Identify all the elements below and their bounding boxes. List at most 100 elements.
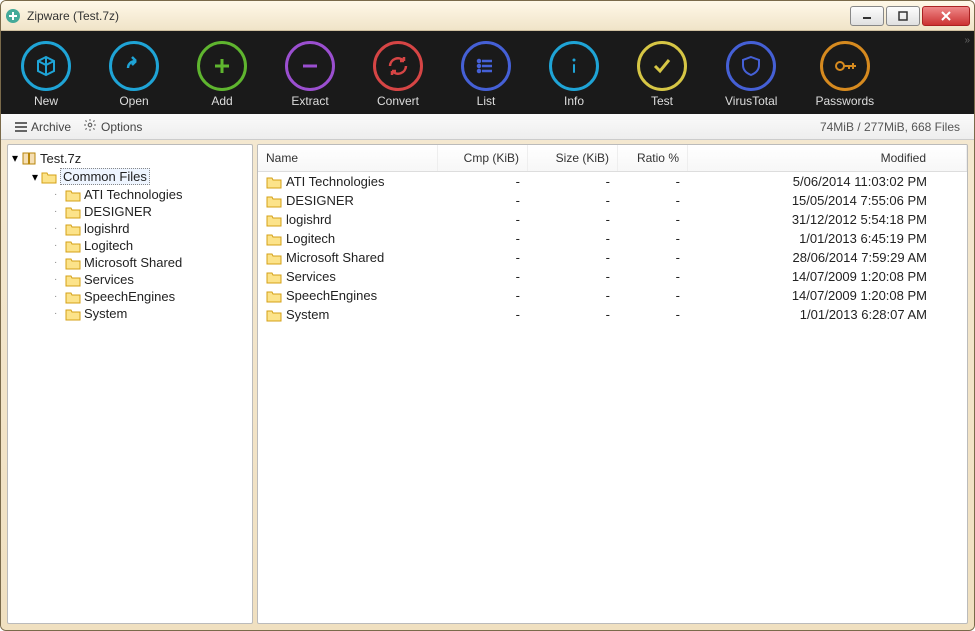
tree-node[interactable]: ·SpeechEngines xyxy=(52,288,250,305)
maximize-button[interactable] xyxy=(886,6,920,26)
info-icon xyxy=(549,41,599,91)
passwords-button[interactable]: Passwords xyxy=(815,41,874,108)
row-cmp: - xyxy=(438,268,528,285)
archive-icon xyxy=(21,150,37,166)
tree-label: Services xyxy=(84,272,134,287)
list-header: Name Cmp (KiB) Size (KiB) Ratio % Modifi… xyxy=(258,145,967,172)
row-ratio: - xyxy=(618,211,688,228)
add-button[interactable]: Add xyxy=(197,41,247,108)
close-button[interactable] xyxy=(922,6,970,26)
folder-icon xyxy=(65,205,81,219)
row-name: Logitech xyxy=(286,231,335,246)
list-button[interactable]: List xyxy=(461,41,511,108)
col-header-size[interactable]: Size (KiB) xyxy=(528,145,618,171)
status-text: 74MiB / 277MiB, 668 Files xyxy=(820,120,966,134)
row-size: - xyxy=(528,173,618,190)
tree-bullet: · xyxy=(54,223,62,234)
folder-icon xyxy=(65,239,81,253)
tree-node[interactable]: ·ATI Technologies xyxy=(52,186,250,203)
tree-bullet: · xyxy=(54,291,62,302)
convert-button[interactable]: Convert xyxy=(373,41,423,108)
row-modified: 5/06/2014 11:03:02 PM xyxy=(688,173,967,190)
tree-node[interactable]: · Logitech xyxy=(52,237,250,254)
col-header-modified[interactable]: Modified xyxy=(688,145,967,171)
tree-bullet: · xyxy=(54,274,62,285)
tree-label: System xyxy=(84,306,127,321)
tree-node[interactable]: ·Microsoft Shared xyxy=(52,254,250,271)
collapse-icon[interactable]: ▾ xyxy=(12,151,18,165)
tree-node[interactable]: · DESIGNER xyxy=(52,203,250,220)
window-title: Zipware (Test.7z) xyxy=(27,9,119,23)
tree-node[interactable]: · Services xyxy=(52,271,250,288)
tree-node-selected[interactable]: ▾ Common Files xyxy=(30,167,250,186)
window-controls xyxy=(850,6,970,26)
list-icon xyxy=(461,41,511,91)
list-row[interactable]: Logitech---1/01/2013 6:45:19 PM xyxy=(258,229,967,248)
folder-icon xyxy=(65,307,81,321)
virustotal-button[interactable]: VirusTotal xyxy=(725,41,777,108)
row-ratio: - xyxy=(618,230,688,247)
row-name: ATI Technologies xyxy=(286,174,385,189)
row-ratio: - xyxy=(618,306,688,323)
row-cmp: - xyxy=(438,287,528,304)
tree-bullet: · xyxy=(54,240,62,251)
info-button[interactable]: Info xyxy=(549,41,599,108)
minimize-button[interactable] xyxy=(850,6,884,26)
test-button[interactable]: Test xyxy=(637,41,687,108)
tree-label: DESIGNER xyxy=(84,204,152,219)
archive-menu[interactable]: Archive xyxy=(9,118,77,136)
tree-node[interactable]: · logishrd xyxy=(52,220,250,237)
app-window: Zipware (Test.7z) » New Open Add Extract… xyxy=(0,0,975,631)
folder-icon xyxy=(266,213,282,227)
toolbar-expand-icon[interactable]: » xyxy=(964,35,968,46)
list-row[interactable]: SpeechEngines---14/07/2009 1:20:08 PM xyxy=(258,286,967,305)
row-size: - xyxy=(528,230,618,247)
folder-icon xyxy=(266,289,282,303)
minus-icon xyxy=(285,41,335,91)
tree-root[interactable]: ▾ Test.7z xyxy=(10,149,250,167)
row-modified: 14/07/2009 1:20:08 PM xyxy=(688,268,967,285)
col-header-name[interactable]: Name xyxy=(258,145,438,171)
row-cmp: - xyxy=(438,211,528,228)
row-size: - xyxy=(528,268,618,285)
options-menu[interactable]: Options xyxy=(77,116,148,137)
row-modified: 14/07/2009 1:20:08 PM xyxy=(688,287,967,304)
new-button[interactable]: New xyxy=(21,41,71,108)
tree-label: Logitech xyxy=(84,238,133,253)
app-icon xyxy=(5,8,21,24)
tree-bullet: · xyxy=(54,206,62,217)
folder-icon xyxy=(266,270,282,284)
row-cmp: - xyxy=(438,192,528,209)
share-arrow-icon xyxy=(109,41,159,91)
menubar: Archive Options 74MiB / 277MiB, 668 File… xyxy=(1,114,974,140)
list-panel: Name Cmp (KiB) Size (KiB) Ratio % Modifi… xyxy=(257,144,968,624)
row-modified: 15/05/2014 7:55:06 PM xyxy=(688,192,967,209)
tree-panel[interactable]: ▾ Test.7z ▾ Common Files ·ATI Technologi… xyxy=(7,144,253,624)
main-toolbar: » New Open Add Extract Convert List Info xyxy=(1,31,974,114)
open-button[interactable]: Open xyxy=(109,41,159,108)
collapse-icon[interactable]: ▾ xyxy=(32,170,38,184)
tree-label: logishrd xyxy=(84,221,130,236)
list-row[interactable]: DESIGNER---15/05/2014 7:55:06 PM xyxy=(258,191,967,210)
extract-button[interactable]: Extract xyxy=(285,41,335,108)
col-header-cmp[interactable]: Cmp (KiB) xyxy=(438,145,528,171)
list-row[interactable]: Services---14/07/2009 1:20:08 PM xyxy=(258,267,967,286)
titlebar[interactable]: Zipware (Test.7z) xyxy=(1,1,974,31)
folder-icon xyxy=(266,175,282,189)
cube-icon xyxy=(21,41,71,91)
col-header-ratio[interactable]: Ratio % xyxy=(618,145,688,171)
row-size: - xyxy=(528,249,618,266)
list-row[interactable]: System---1/01/2013 6:28:07 AM xyxy=(258,305,967,324)
list-row[interactable]: ATI Technologies---5/06/2014 11:03:02 PM xyxy=(258,172,967,191)
row-ratio: - xyxy=(618,249,688,266)
list-row[interactable]: logishrd---31/12/2012 5:54:18 PM xyxy=(258,210,967,229)
list-row[interactable]: Microsoft Shared---28/06/2014 7:59:29 AM xyxy=(258,248,967,267)
row-size: - xyxy=(528,192,618,209)
list-body[interactable]: ATI Technologies---5/06/2014 11:03:02 PM… xyxy=(258,172,967,623)
shield-icon xyxy=(726,41,776,91)
row-cmp: - xyxy=(438,230,528,247)
plus-icon xyxy=(197,41,247,91)
row-ratio: - xyxy=(618,287,688,304)
tree-node[interactable]: ·System xyxy=(52,305,250,322)
folder-icon xyxy=(65,222,81,236)
